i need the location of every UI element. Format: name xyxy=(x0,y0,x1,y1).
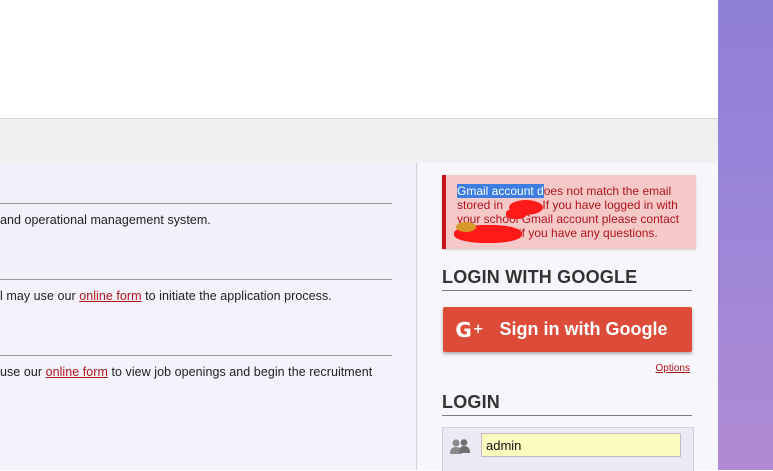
login-heading: LOGIN xyxy=(442,392,692,416)
page-header-bar xyxy=(0,118,718,164)
info-section-2: l may use our online form to initiate th… xyxy=(0,279,392,303)
browser-content-top xyxy=(0,0,718,118)
section-text-part: and operational management system. xyxy=(0,213,211,227)
alert-line: stored in xyxy=(457,198,504,212)
desktop-background xyxy=(718,0,773,470)
options-link[interactable]: Options xyxy=(656,363,690,374)
online-form-link[interactable]: online form xyxy=(46,365,108,379)
alert-line: your school Gmail account please contact xyxy=(457,212,680,226)
google-login-heading: LOGIN WITH GOOGLE xyxy=(442,267,692,291)
section-text: l may use our online form to initiate th… xyxy=(0,289,332,303)
login-sidebar: Gmail account does not match the email s… xyxy=(418,163,718,471)
google-signin-label: Sign in with Google xyxy=(499,319,668,339)
section-divider xyxy=(0,279,392,280)
section-text-part: to initiate the application process. xyxy=(141,289,332,303)
username-input[interactable] xyxy=(481,433,681,457)
selected-text: Gmail account d xyxy=(457,184,544,198)
info-section-1: and operational management system. xyxy=(0,203,392,227)
google-plus-icon: G + xyxy=(455,317,483,342)
section-text-part: to view job openings and begin the recru… xyxy=(107,365,373,379)
info-section-3: use our online form to view job openings… xyxy=(0,355,392,379)
info-column: and operational management system. l may… xyxy=(0,163,392,470)
section-text-part: l may use our xyxy=(0,289,80,303)
alert-line: If you have logged in with xyxy=(542,198,678,212)
redaction-mark xyxy=(456,222,476,232)
main-content: and operational management system. l may… xyxy=(0,163,718,471)
online-form-link[interactable]: online form xyxy=(79,289,141,303)
login-form xyxy=(442,427,694,471)
section-text: and operational management system. xyxy=(0,213,211,227)
google-signin-button[interactable]: G + Sign in with Google xyxy=(443,307,692,352)
alert-line: oes not match the email xyxy=(543,184,672,198)
users-icon xyxy=(450,439,470,454)
alert-line: if you have any questions. xyxy=(519,226,658,240)
column-divider xyxy=(416,163,417,470)
redaction-mark xyxy=(506,209,526,219)
section-text: use our online form to view job openings… xyxy=(0,365,372,379)
error-alert: Gmail account does not match the email s… xyxy=(442,175,696,249)
section-text-part: use our xyxy=(0,365,46,379)
section-divider xyxy=(0,203,392,204)
section-divider xyxy=(0,355,392,356)
